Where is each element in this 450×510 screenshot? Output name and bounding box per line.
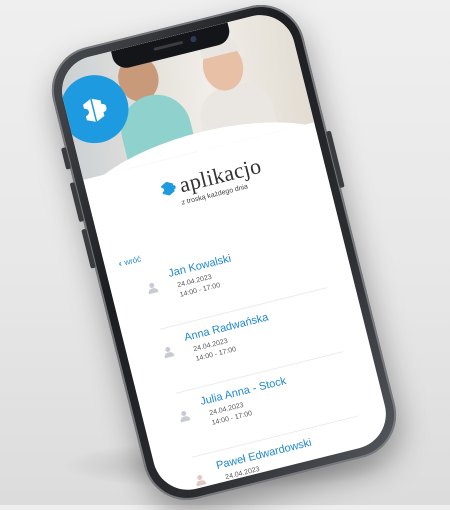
front-camera xyxy=(189,35,198,43)
patient-list: Jan Kowalski 24.04.2023 14:00 - 17:00 An… xyxy=(131,226,375,497)
back-link[interactable]: ‹ wróć xyxy=(117,253,142,269)
brand-puzzle-icon xyxy=(161,181,177,196)
back-label: wróć xyxy=(123,253,142,267)
speaker xyxy=(153,40,184,51)
app-screen: aplikacjo z troską każdego dnia ‹ wróć J… xyxy=(54,7,394,498)
person-icon xyxy=(180,411,191,423)
volume-down-button xyxy=(81,228,96,269)
volume-up-button xyxy=(69,182,85,223)
person-icon xyxy=(196,475,207,487)
chevron-left-icon: ‹ xyxy=(117,258,123,269)
person-icon xyxy=(148,282,159,295)
person-icon xyxy=(164,346,175,359)
phone-mockup: aplikacjo z troską każdego dnia ‹ wróć J… xyxy=(42,0,406,510)
puzzle-logo-icon xyxy=(83,98,107,123)
mute-switch xyxy=(60,147,72,170)
